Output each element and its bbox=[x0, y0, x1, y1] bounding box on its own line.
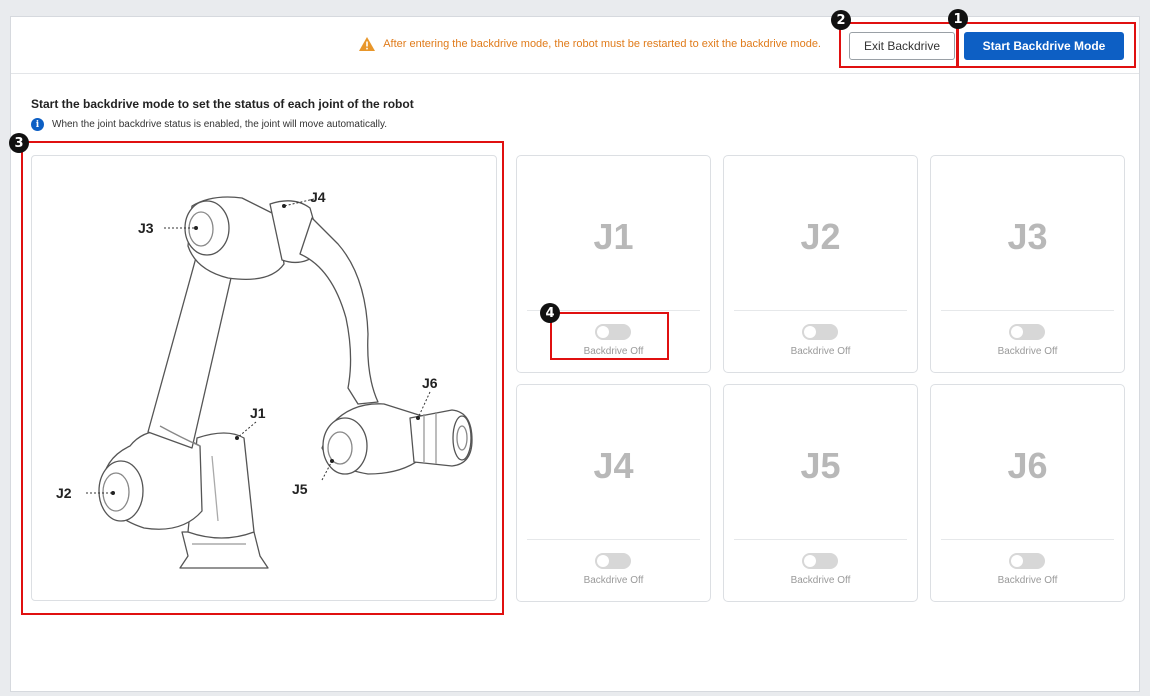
backdrive-status: Backdrive Off bbox=[583, 575, 644, 586]
section-title: Start the backdrive mode to set the stat… bbox=[31, 97, 414, 111]
callout-box-toggle bbox=[550, 312, 669, 360]
divider bbox=[527, 539, 700, 540]
divider bbox=[734, 310, 907, 311]
info-icon: i bbox=[31, 118, 44, 131]
toggle-knob bbox=[1011, 326, 1023, 338]
toggle-knob bbox=[1011, 555, 1023, 567]
joint-name: J3 bbox=[1007, 216, 1048, 257]
callout-box-start bbox=[956, 22, 1136, 68]
divider bbox=[941, 539, 1114, 540]
joint-card-j3: J3 Backdrive Off bbox=[930, 155, 1125, 373]
joint-name: J2 bbox=[800, 216, 841, 257]
toggle-knob bbox=[804, 555, 816, 567]
joint-name: J5 bbox=[800, 445, 841, 486]
callout-badge-2: 2 bbox=[831, 10, 851, 30]
warning-message: After entering the backdrive mode, the r… bbox=[359, 37, 821, 51]
info-text: When the joint backdrive status is enabl… bbox=[52, 119, 387, 130]
info-note: i When the joint backdrive status is ena… bbox=[31, 118, 387, 131]
joint-card-j2: J2 Backdrive Off bbox=[723, 155, 918, 373]
callout-badge-4: 4 bbox=[540, 303, 560, 323]
toggle-knob bbox=[804, 326, 816, 338]
joint-name: J4 bbox=[593, 445, 634, 486]
backdrive-status: Backdrive Off bbox=[997, 575, 1058, 586]
callout-badge-1: 1 bbox=[948, 9, 968, 29]
joint-card-j4: J4 Backdrive Off bbox=[516, 384, 711, 602]
warning-icon bbox=[359, 37, 376, 51]
backdrive-toggle-j2[interactable] bbox=[802, 324, 838, 340]
backdrive-toggle-j6[interactable] bbox=[1009, 553, 1045, 569]
callout-box-robot bbox=[21, 141, 504, 615]
joint-card-j5: J5 Backdrive Off bbox=[723, 384, 918, 602]
backdrive-status: Backdrive Off bbox=[790, 346, 851, 357]
toggle-knob bbox=[597, 555, 609, 567]
backdrive-toggle-j4[interactable] bbox=[595, 553, 631, 569]
divider bbox=[734, 539, 907, 540]
warning-text: After entering the backdrive mode, the r… bbox=[383, 38, 821, 50]
joint-card-j6: J6 Backdrive Off bbox=[930, 384, 1125, 602]
divider bbox=[941, 310, 1114, 311]
backdrive-status: Backdrive Off bbox=[997, 346, 1058, 357]
joint-name: J1 bbox=[593, 216, 634, 257]
backdrive-toggle-j5[interactable] bbox=[802, 553, 838, 569]
callout-badge-3: 3 bbox=[9, 133, 29, 153]
callout-box-exit bbox=[839, 22, 959, 68]
joint-name: J6 bbox=[1007, 445, 1048, 486]
backdrive-toggle-j3[interactable] bbox=[1009, 324, 1045, 340]
backdrive-status: Backdrive Off bbox=[790, 575, 851, 586]
